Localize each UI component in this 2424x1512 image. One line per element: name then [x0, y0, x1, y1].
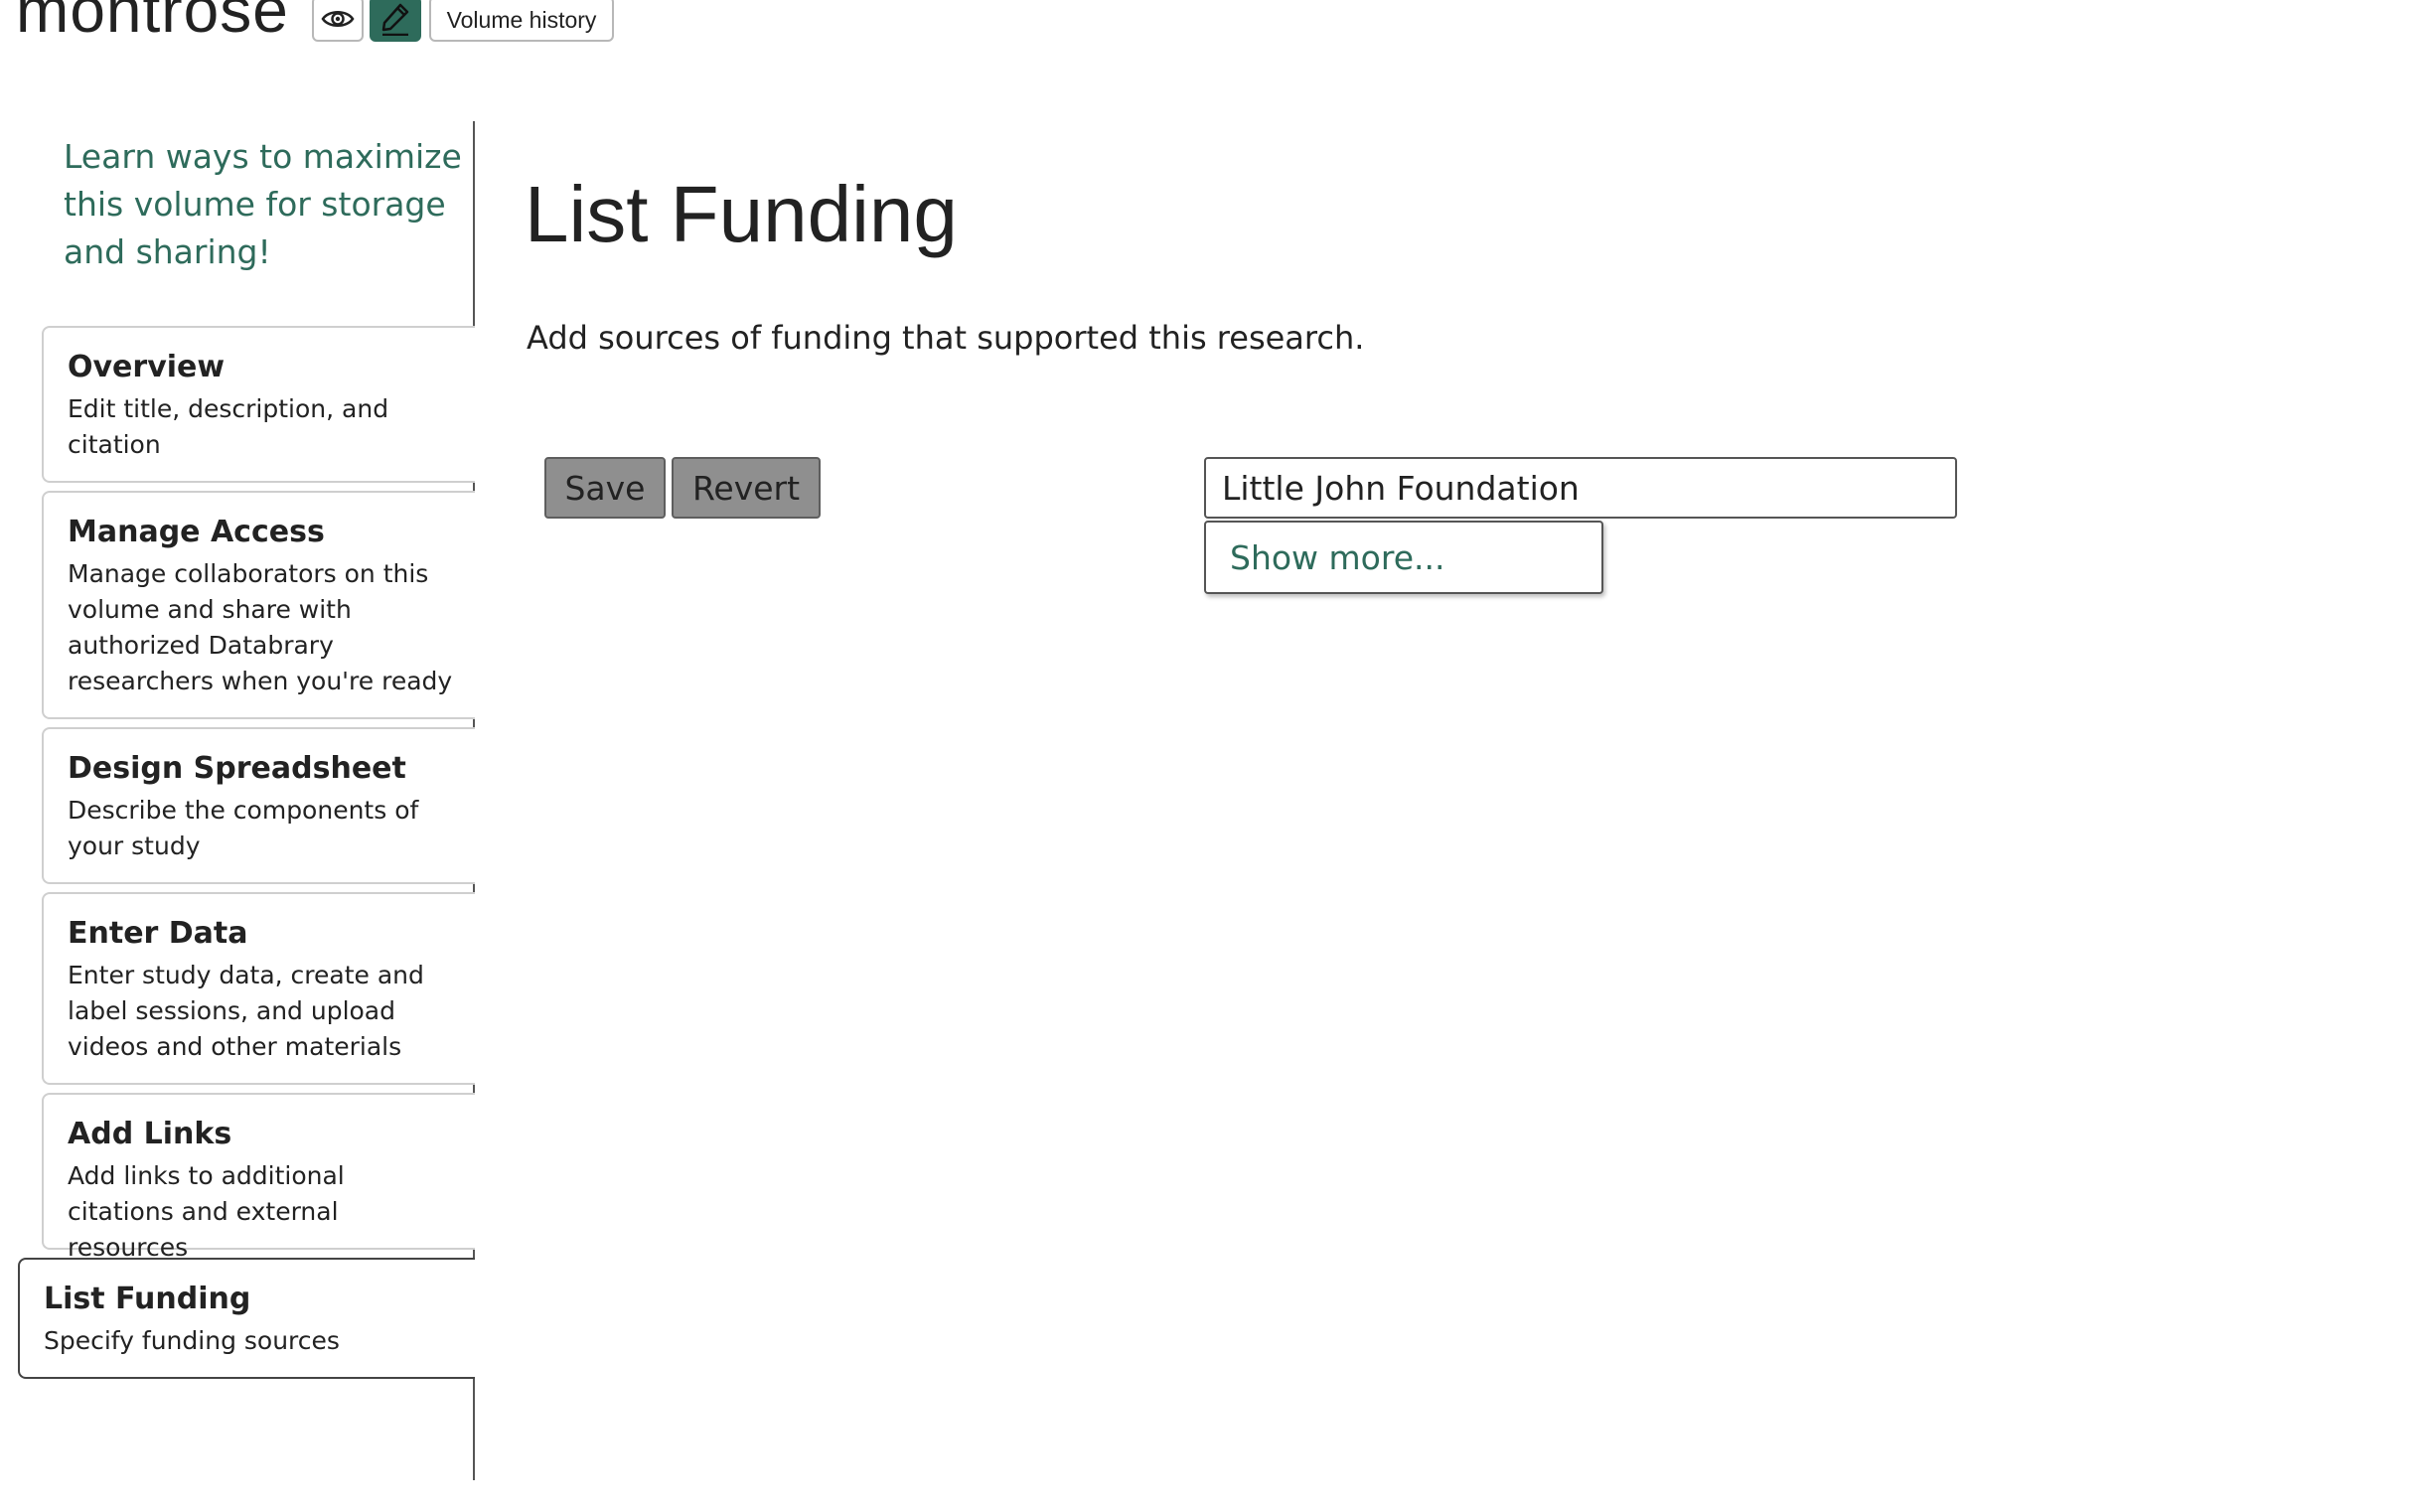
sidebar-item-title: Manage Access: [68, 515, 325, 549]
pencil-icon: [381, 3, 409, 36]
sidebar-item-enter-data[interactable]: Enter Data Enter study data, create and …: [42, 892, 475, 1085]
sidebar-item-add-links[interactable]: Add Links Add links to additional citati…: [42, 1093, 475, 1262]
show-more-option[interactable]: Show more...: [1204, 521, 1603, 594]
sidebar-tip-link[interactable]: Learn ways to maximize this volume for s…: [64, 133, 471, 276]
page-title: List Funding: [525, 170, 958, 258]
revert-button[interactable]: Revert: [672, 457, 821, 519]
volume-history-button[interactable]: Volume history: [429, 0, 614, 42]
brand-logo[interactable]: montrose: [16, 0, 289, 48]
funder-search-input[interactable]: Little John Foundation: [1204, 457, 1957, 519]
sidebar-item-description: Add links to additional citations and ex…: [68, 1161, 345, 1262]
sidebar-item-description: Manage collaborators on this volume and …: [68, 559, 453, 695]
view-mode-button[interactable]: [312, 0, 364, 42]
edit-mode-button[interactable]: [370, 0, 421, 42]
sidebar-item-overview[interactable]: Overview Edit title, description, and ci…: [42, 326, 475, 483]
sidebar-item-title: List Funding: [44, 1282, 251, 1316]
sidebar-item-design-spreadsheet[interactable]: Design Spreadsheet Describe the componen…: [42, 727, 475, 884]
sidebar-item-list-funding[interactable]: List Funding Specify funding sources: [18, 1258, 475, 1379]
sidebar-item-description: Enter study data, create and label sessi…: [68, 961, 424, 1061]
sidebar-item-title: Design Spreadsheet: [68, 751, 406, 786]
page-description: Add sources of funding that supported th…: [527, 319, 1365, 357]
eye-icon: [321, 11, 355, 27]
sidebar-item-manage-access[interactable]: Manage Access Manage collaborators on th…: [42, 491, 475, 719]
sidebar-item-title: Add Links: [68, 1117, 232, 1151]
sidebar-item-description: Describe the components of your study: [68, 796, 419, 860]
top-header: montrose Volume history: [0, 0, 2424, 60]
sidebar-item-description: Edit title, description, and citation: [68, 394, 389, 459]
sidebar-item-description: Specify funding sources: [44, 1326, 340, 1355]
save-button[interactable]: Save: [544, 457, 666, 519]
sidebar-item-title: Enter Data: [68, 916, 248, 951]
sidebar-item-title: Overview: [68, 350, 226, 384]
